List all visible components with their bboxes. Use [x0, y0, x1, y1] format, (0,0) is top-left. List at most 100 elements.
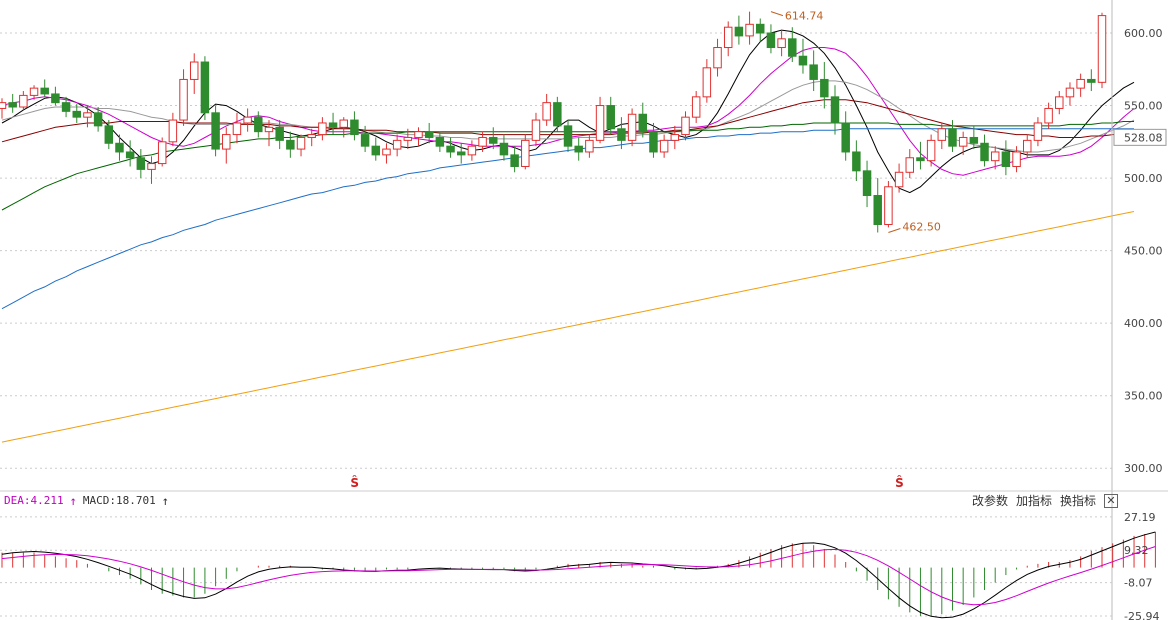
candle-body [841, 122, 850, 153]
candle-body [211, 112, 220, 150]
candle-body [275, 126, 284, 141]
candle-body [179, 78, 188, 121]
candle-body [873, 194, 882, 226]
price-tick-label: 450.00 [1124, 245, 1163, 258]
moving-average-lines [1, 29, 1135, 443]
candle-body [948, 128, 957, 147]
candle-body [563, 125, 573, 147]
candle-body [1087, 78, 1096, 83]
ma-line [1, 29, 1135, 194]
macd-up-arrow-icon: ↑ [161, 494, 169, 508]
candle-body [40, 87, 49, 95]
candle-body [478, 136, 487, 147]
candle-body [0, 102, 7, 109]
price-annotations: 614.74 462.50 Ŝ Ŝ [350, 10, 940, 490]
candle-body [456, 151, 466, 156]
change-params-button[interactable]: 改参数 [972, 492, 1008, 509]
candle-body [916, 157, 925, 162]
candle-body [958, 136, 968, 147]
candle-body [1065, 87, 1075, 98]
candle-body [595, 105, 605, 141]
candle-body [93, 112, 103, 127]
dea-line [1, 546, 1156, 606]
candle-body [617, 128, 626, 141]
candle-body [702, 67, 712, 98]
candle-body [510, 154, 519, 167]
low-pointer [888, 228, 901, 233]
candle-body [1012, 151, 1021, 167]
candle-body [435, 136, 445, 147]
price-tick-label: 500.00 [1124, 172, 1163, 185]
candle-body [189, 61, 199, 80]
candle-body [19, 94, 28, 108]
ma-line [1, 211, 1135, 443]
candle-body [905, 157, 915, 173]
candle-body [200, 61, 210, 114]
macd-legend: DEA:4.211 ↑ MACD:18.701 ↑ [4, 494, 169, 508]
candle-body [542, 102, 551, 121]
candle-body [125, 151, 135, 159]
candle-body [51, 93, 60, 104]
macd-tick-label: 27.19 [1124, 511, 1156, 524]
candle-body [862, 170, 872, 196]
candle-body [371, 145, 381, 156]
candle-body [254, 116, 263, 133]
candle-body [659, 139, 669, 153]
price-tick-label: 400.00 [1124, 317, 1163, 330]
event-marker-icon: Ŝ [895, 475, 904, 490]
candle-body [286, 139, 295, 150]
candle-body [243, 116, 252, 124]
candle-body [147, 163, 156, 170]
price-tick-label: 300.00 [1124, 462, 1163, 475]
close-icon[interactable]: ✕ [1104, 493, 1118, 508]
candle-body [83, 112, 92, 118]
candle-body [264, 126, 274, 133]
switch-indicator-button[interactable]: 换指标 [1060, 492, 1096, 509]
candle-body [809, 64, 818, 80]
candle-body [990, 151, 1000, 162]
price-tick-label: 600.00 [1124, 27, 1163, 40]
candle-body [553, 102, 562, 127]
candle-body [723, 26, 733, 49]
low-annotation: 462.50 [902, 220, 941, 233]
candle-body [574, 145, 583, 153]
candle-body [72, 110, 81, 118]
add-indicator-button[interactable]: 加指标 [1016, 492, 1052, 509]
candle-body [830, 96, 840, 124]
candle-body [157, 141, 167, 165]
candle-body [382, 148, 391, 156]
candle-body [521, 139, 530, 167]
candle-body [852, 151, 861, 172]
candle-body [798, 55, 808, 66]
candle-body [1033, 122, 1043, 141]
candle-body [606, 105, 615, 130]
candle-body [360, 134, 370, 147]
candle-body [884, 186, 893, 226]
candle-body [894, 171, 904, 188]
price-grid [0, 32, 1112, 469]
candle-body [307, 134, 316, 138]
macd-tick-label: 9.32 [1124, 544, 1149, 557]
candle-body [585, 139, 594, 153]
candle-body [318, 122, 327, 136]
candle-body [136, 157, 146, 170]
ma-line [1, 47, 1135, 176]
macd-grid [0, 516, 1112, 617]
dea-label: DEA:4.211 [4, 494, 64, 507]
dif-line [1, 531, 1156, 619]
candle-body [222, 134, 231, 150]
macd-tick-label: -8.07 [1124, 577, 1152, 590]
candle-body [232, 122, 242, 136]
candle-body [627, 113, 637, 141]
price-axis: 600.00 550.00 500.00 450.00 400.00 350.00 300.… [0, 0, 1168, 620]
candle-body [777, 38, 786, 49]
candle-body [350, 119, 359, 136]
candle-body [61, 102, 71, 112]
candle-body [168, 119, 178, 143]
candle-body [691, 96, 701, 118]
indicator-toolbar: 改参数 加指标 换指标 ✕ [972, 492, 1118, 509]
stock-chart[interactable]: 614.74 462.50 Ŝ Ŝ 600.00 550.00 500.00 450.00 4… [0, 0, 1168, 620]
candle-body [328, 122, 338, 128]
macd-label: MACD:18.701 [82, 494, 156, 507]
candle-body [926, 139, 936, 162]
